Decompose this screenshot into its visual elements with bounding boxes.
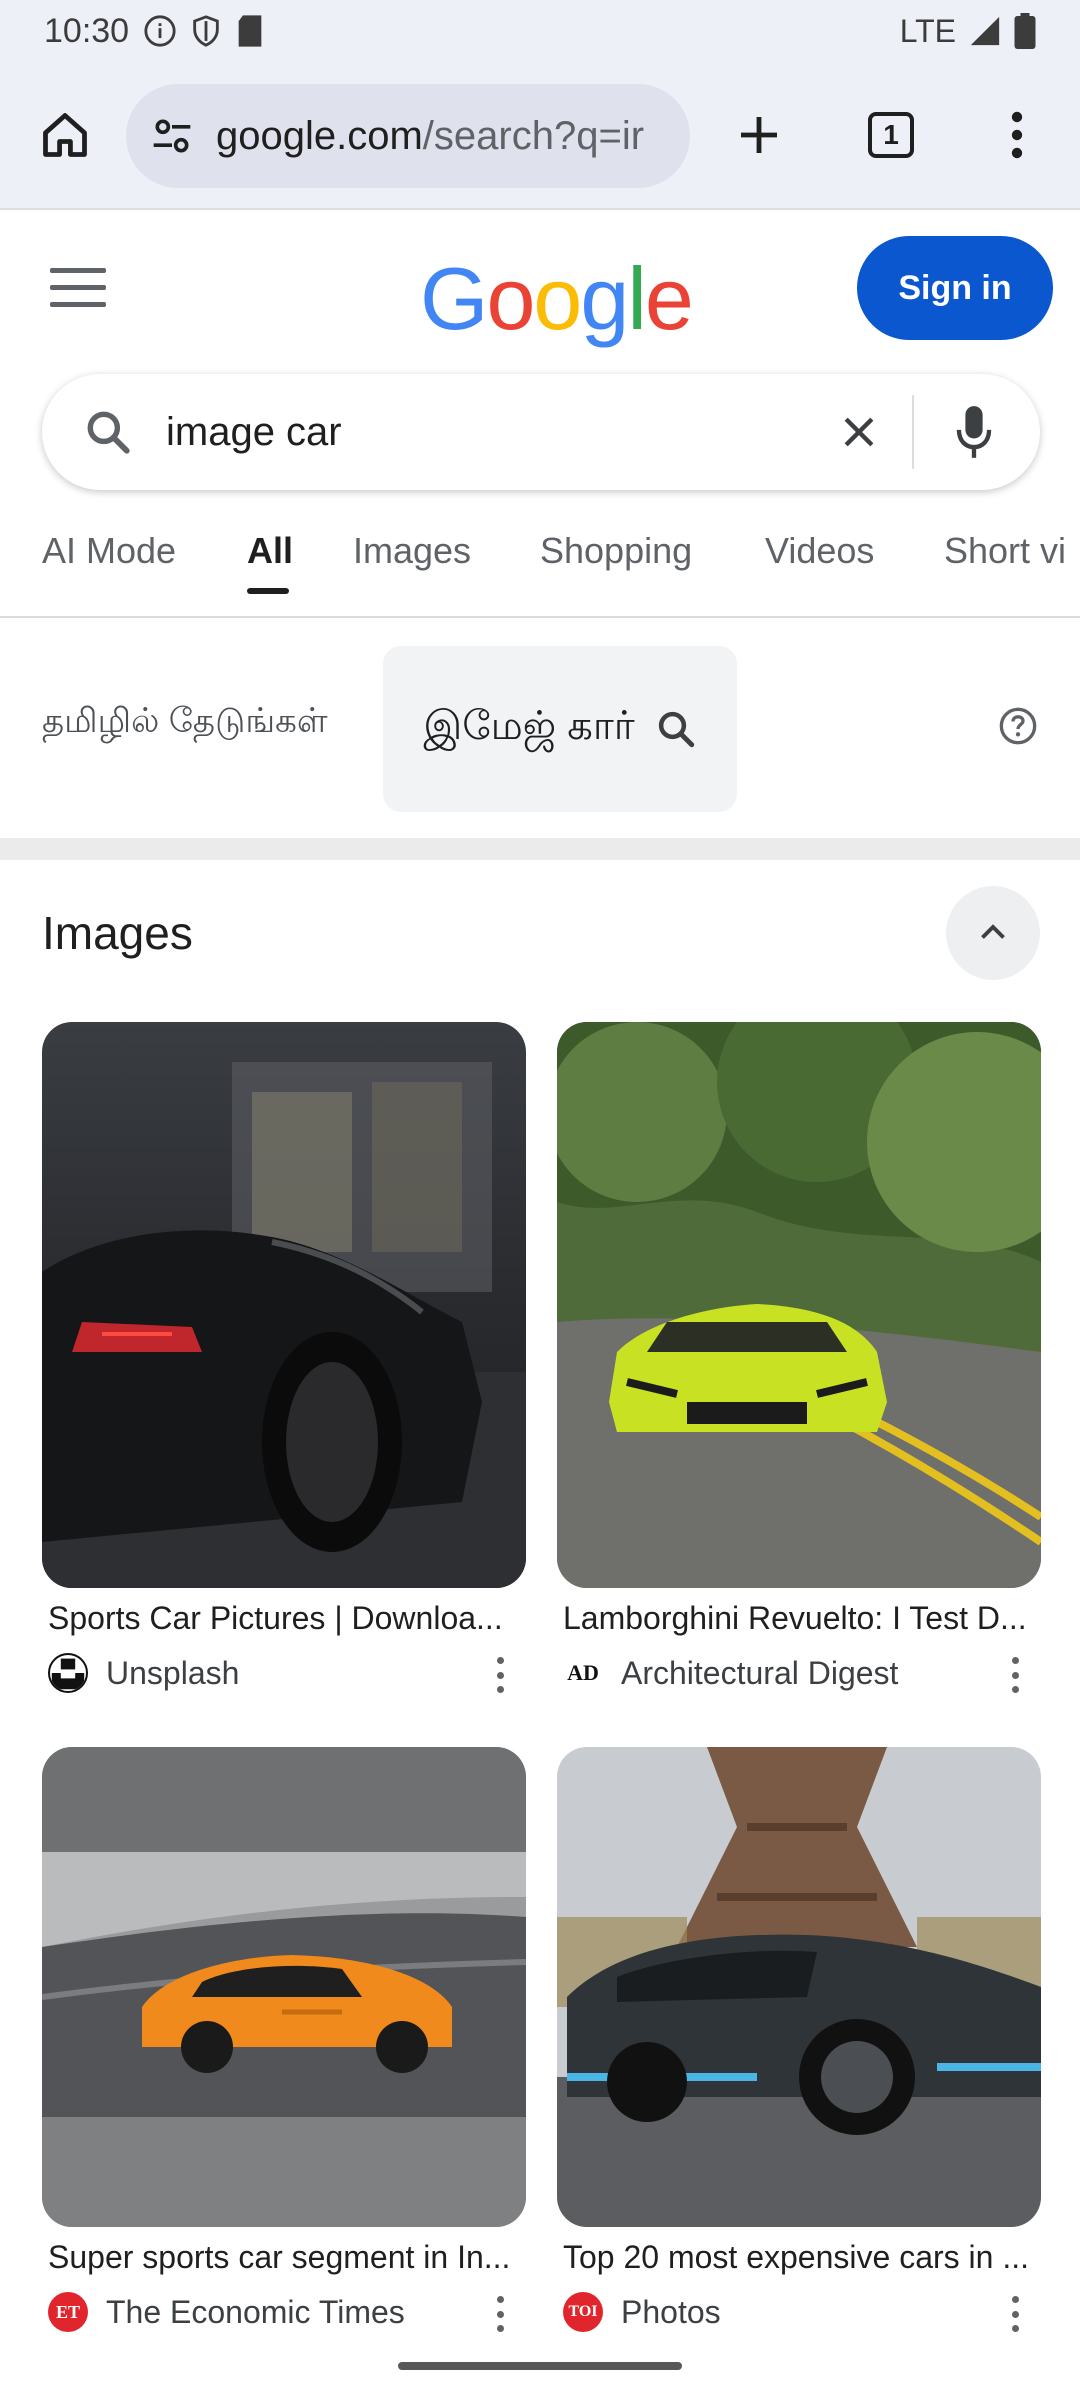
- url-text: google.com/search?q=ir: [216, 114, 676, 159]
- image-result-card[interactable]: Super sports car segment in In... ET The…: [42, 1747, 526, 2334]
- economic-times-logo-icon: ET: [48, 2292, 88, 2332]
- active-tab-indicator: [247, 588, 289, 594]
- shield-icon: [193, 15, 219, 47]
- browser-menu-button[interactable]: [982, 100, 1052, 170]
- image-result-source: AD Architectural Digest: [563, 1651, 1041, 1695]
- language-suggestion: தமிழில் தேடுங்கள் இமேஜ் கார்: [0, 620, 1080, 838]
- image-result-source-name: The Economic Times: [106, 2293, 405, 2330]
- logo-letter: g: [580, 249, 629, 348]
- logo-letter: o: [533, 249, 582, 348]
- logo-letter: G: [420, 249, 488, 348]
- tab-short-videos[interactable]: Short vi: [944, 530, 1066, 572]
- logo-letter: o: [486, 249, 535, 348]
- clear-search-button[interactable]: [824, 397, 894, 467]
- image-result-thumbnail[interactable]: [557, 1747, 1041, 2227]
- sd-card-icon: [238, 15, 262, 47]
- battery-icon: [1014, 13, 1036, 49]
- url-bar[interactable]: google.com/search?q=ir: [126, 84, 690, 188]
- gesture-nav-handle[interactable]: [398, 2362, 682, 2370]
- image-result-source: TOI Photos: [563, 2290, 1041, 2334]
- section-separator: [0, 838, 1080, 860]
- tab-images[interactable]: Images: [353, 530, 471, 572]
- url-host: google.com: [216, 113, 423, 158]
- mic-icon: [956, 406, 992, 458]
- chevron-up-icon: [981, 924, 1005, 939]
- menu-icon[interactable]: [50, 268, 106, 308]
- site-settings-icon[interactable]: [146, 110, 198, 162]
- collapse-images-button[interactable]: [946, 886, 1040, 980]
- image-result-source-name: Architectural Digest: [621, 1654, 899, 1691]
- logo-letter: l: [627, 249, 647, 348]
- image-result-title[interactable]: Lamborghini Revuelto: I Test D...: [563, 1600, 1033, 1637]
- image-result-title[interactable]: Super sports car segment in In...: [48, 2239, 518, 2276]
- home-button[interactable]: [30, 100, 100, 170]
- image-result-source: ET The Economic Times: [48, 2290, 526, 2334]
- voice-search-button[interactable]: [944, 397, 1004, 467]
- image-result-source-name: Photos: [621, 2293, 721, 2330]
- image-result-title[interactable]: Top 20 most expensive cars in ...: [563, 2239, 1033, 2276]
- search-box[interactable]: image car: [42, 374, 1040, 490]
- sign-in-button[interactable]: Sign in: [857, 236, 1053, 340]
- more-options-icon[interactable]: [492, 1657, 508, 1693]
- network-type: LTE: [899, 12, 956, 49]
- status-time: 10:30: [44, 11, 130, 50]
- close-icon: [844, 417, 874, 447]
- architectural-digest-logo-icon: AD: [563, 1653, 603, 1693]
- more-options-icon[interactable]: [492, 2296, 508, 2332]
- search-divider: [912, 395, 914, 469]
- times-of-india-logo-icon: TOI: [563, 2292, 603, 2332]
- new-tab-button[interactable]: [724, 100, 794, 170]
- help-icon[interactable]: [998, 706, 1038, 746]
- tab-all[interactable]: All: [247, 530, 293, 572]
- tab-switcher-button[interactable]: 1: [856, 100, 926, 170]
- more-vert-icon: [1011, 111, 1023, 159]
- browser-toolbar: google.com/search?q=ir 1: [0, 62, 1080, 210]
- more-options-icon[interactable]: [1007, 2296, 1023, 2332]
- tamil-query-chip[interactable]: இமேஜ் கார்: [383, 646, 737, 812]
- image-result-title[interactable]: Sports Car Pictures | Downloa...: [48, 1600, 518, 1637]
- image-result-card[interactable]: Top 20 most expensive cars in ... TOI Ph…: [557, 1747, 1041, 2334]
- image-result-source-name: Unsplash: [106, 1654, 240, 1691]
- image-result-thumbnail[interactable]: [42, 1747, 526, 2227]
- search-tabs: AI Mode All Images Shopping Videos Short…: [0, 520, 1080, 618]
- status-bar: 10:30 LTE: [0, 0, 1080, 62]
- tab-ai-mode[interactable]: AI Mode: [42, 530, 176, 572]
- search-icon: [658, 711, 694, 748]
- tamil-search-hint: தமிழில் தேடுங்கள்: [42, 702, 328, 740]
- images-heading: Images: [42, 907, 193, 959]
- info-icon: [144, 15, 176, 47]
- google-logo[interactable]: Google: [420, 248, 694, 350]
- tab-count: 1: [868, 112, 914, 158]
- image-result-card[interactable]: Sports Car Pictures | Downloa... Unsplas…: [42, 1022, 526, 1695]
- image-result-source: Unsplash: [48, 1651, 526, 1695]
- tab-shopping[interactable]: Shopping: [540, 530, 692, 572]
- home-icon: [43, 113, 87, 157]
- search-input[interactable]: image car: [166, 410, 824, 455]
- plus-icon: [741, 117, 777, 153]
- image-result-thumbnail[interactable]: [557, 1022, 1041, 1588]
- signal-icon: [970, 16, 1000, 46]
- tab-videos[interactable]: Videos: [765, 530, 874, 572]
- google-header: Google Sign in: [0, 212, 1080, 362]
- image-result-card[interactable]: Lamborghini Revuelto: I Test D... AD Arc…: [557, 1022, 1041, 1695]
- image-result-thumbnail[interactable]: [42, 1022, 526, 1588]
- more-options-icon[interactable]: [1007, 1657, 1023, 1693]
- logo-letter: e: [644, 249, 694, 348]
- search-icon: [78, 402, 138, 462]
- tamil-query-text: இமேஜ் கார்: [423, 704, 635, 748]
- unsplash-logo-icon: [48, 1653, 88, 1693]
- url-path: /search?q=ir: [422, 113, 645, 158]
